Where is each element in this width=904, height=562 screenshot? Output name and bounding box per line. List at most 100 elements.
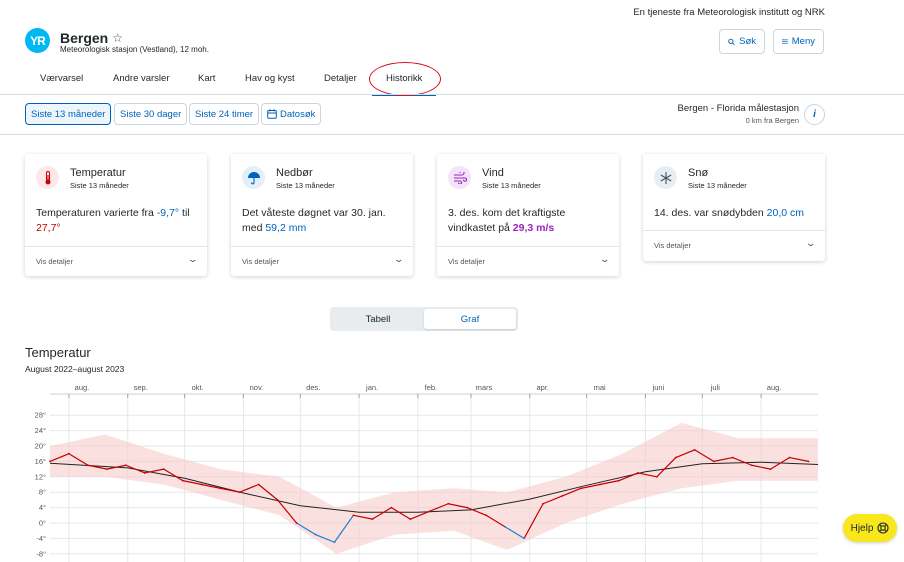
temperature-point — [143, 472, 146, 474]
temperature-point — [655, 475, 658, 478]
x-tick-label: nov. — [250, 383, 264, 392]
temperature-point — [276, 499, 279, 501]
help-button[interactable]: Hjelp — [843, 514, 897, 542]
card-divider — [643, 230, 825, 231]
card-divider — [25, 246, 207, 247]
summary-text: Temperaturen varierte fra — [36, 207, 157, 219]
period-30-days-button[interactable]: Siste 30 dager — [114, 103, 188, 125]
temperature-point — [371, 518, 374, 521]
card-subtitle: Siste 13 måneder — [70, 181, 129, 190]
max-temperature-value: 27,7° — [36, 222, 61, 234]
tab-details[interactable]: Detaljer — [324, 73, 357, 84]
temperature-point — [750, 464, 753, 467]
card-summary: 3. des. kom det kraftigste vindkastet på… — [448, 206, 613, 236]
temperature-point — [257, 483, 260, 486]
temperature-point — [504, 525, 507, 528]
x-tick-label: mars — [476, 383, 493, 392]
period-24-hours-button[interactable]: Siste 24 timer — [189, 103, 260, 125]
temperature-point — [561, 495, 563, 497]
temperature-point — [105, 468, 108, 470]
y-tick-label: 4° — [39, 503, 46, 512]
temperature-point — [693, 448, 696, 451]
temperature-point — [333, 541, 336, 544]
period-divider — [0, 134, 904, 135]
card-divider — [231, 246, 413, 247]
temperature-point — [731, 456, 734, 459]
graph-view-option[interactable]: Graf — [424, 309, 516, 329]
chevron-down-icon[interactable]: ⌄ — [394, 254, 405, 265]
temperature-point — [769, 468, 772, 470]
y-tick-label: 24° — [35, 426, 46, 435]
temperature-point — [295, 522, 298, 524]
card-summary: Temperaturen varierte fra -9,7° til 27,7… — [36, 206, 201, 236]
card-title: Temperatur — [70, 167, 126, 179]
min-temperature-value: -9,7° — [156, 207, 180, 219]
card-temperature: Temperatur Siste 13 måneder Temperaturen… — [25, 154, 207, 276]
date-search-label: Datosøk — [280, 108, 316, 120]
wind-icon — [448, 166, 471, 189]
star-icon[interactable]: ☆ — [112, 31, 123, 45]
show-details-link[interactable]: Vis detaljer — [36, 257, 73, 266]
chevron-down-icon[interactable]: ⌄ — [600, 254, 611, 265]
show-details-link[interactable]: Vis detaljer — [448, 257, 485, 266]
temperature-point — [49, 460, 51, 463]
card-divider — [437, 246, 619, 247]
chart-subtitle: August 2022–august 2023 — [25, 364, 125, 374]
card-summary: Det våteste døgnet var 30. jan. med 59,2… — [242, 206, 407, 236]
x-tick-label: sep. — [134, 383, 148, 392]
search-button[interactable]: Søk — [719, 29, 765, 54]
x-tick-label: okt. — [192, 383, 204, 392]
hamburger-icon — [782, 39, 788, 44]
tab-sea-coast[interactable]: Hav og kyst — [245, 73, 295, 84]
card-snow: Snø Siste 13 måneder 14. des. var snødyb… — [643, 154, 825, 261]
temperature-point — [124, 464, 127, 467]
tab-map[interactable]: Kart — [198, 73, 215, 84]
temperature-point — [162, 468, 165, 470]
service-note: En tjeneste fra Meteorologisk institutt … — [633, 7, 825, 18]
temperature-point — [674, 456, 677, 459]
chevron-down-icon[interactable]: ⌄ — [188, 254, 199, 265]
show-details-link[interactable]: Vis detaljer — [242, 257, 279, 266]
x-tick-label: juni — [652, 383, 665, 392]
chart-title: Temperatur — [25, 345, 91, 360]
temperature-point — [580, 487, 582, 490]
y-tick-label: 16° — [35, 457, 46, 466]
temperature-point — [599, 483, 601, 486]
temperature-point — [181, 479, 184, 482]
temperature-point — [200, 483, 203, 486]
info-icon[interactable]: i — [804, 104, 825, 125]
y-tick-label: -4° — [36, 534, 46, 543]
x-tick-label: aug. — [767, 383, 782, 392]
highlight-ring — [369, 62, 441, 96]
precipitation-value: 59,2 mm — [265, 222, 307, 234]
temperature-point — [807, 460, 810, 463]
chevron-down-icon[interactable]: ⌄ — [806, 238, 817, 249]
temperature-point — [68, 452, 70, 455]
x-tick-label: jan. — [365, 383, 378, 392]
tab-forecast[interactable]: Værvarsel — [40, 73, 83, 84]
card-title: Snø — [688, 167, 709, 179]
x-tick-label: apr. — [537, 383, 550, 392]
temperature-point — [485, 514, 488, 517]
period-13-months-button[interactable]: Siste 13 måneder — [25, 103, 112, 125]
show-details-link[interactable]: Vis detaljer — [654, 241, 691, 250]
x-tick-label: mai — [594, 383, 606, 392]
temperature-point — [712, 460, 715, 463]
search-label: Søk — [739, 36, 756, 47]
table-view-option[interactable]: Tabell — [332, 309, 424, 329]
summary-text: til — [179, 207, 190, 219]
umbrella-icon — [242, 166, 265, 189]
x-tick-label: feb. — [425, 383, 438, 392]
location-name: Bergen — [60, 30, 109, 46]
temperature-point — [390, 506, 393, 509]
temperature-point — [87, 464, 89, 467]
temperature-point — [523, 537, 525, 540]
yr-logo[interactable]: YR — [25, 28, 50, 53]
date-search-button[interactable]: Datosøk — [261, 103, 322, 125]
temperature-chart: 28° 24° 20° 16° 12° 8° 4° 0° -4° -8° aug. sep. okt. n… — [35, 383, 819, 562]
temperature-point — [409, 518, 412, 521]
thermometer-icon — [36, 166, 59, 189]
y-tick-label: 28° — [35, 411, 46, 420]
tab-other-warnings[interactable]: Andre varsler — [113, 73, 170, 84]
menu-button[interactable]: Meny — [773, 29, 824, 54]
